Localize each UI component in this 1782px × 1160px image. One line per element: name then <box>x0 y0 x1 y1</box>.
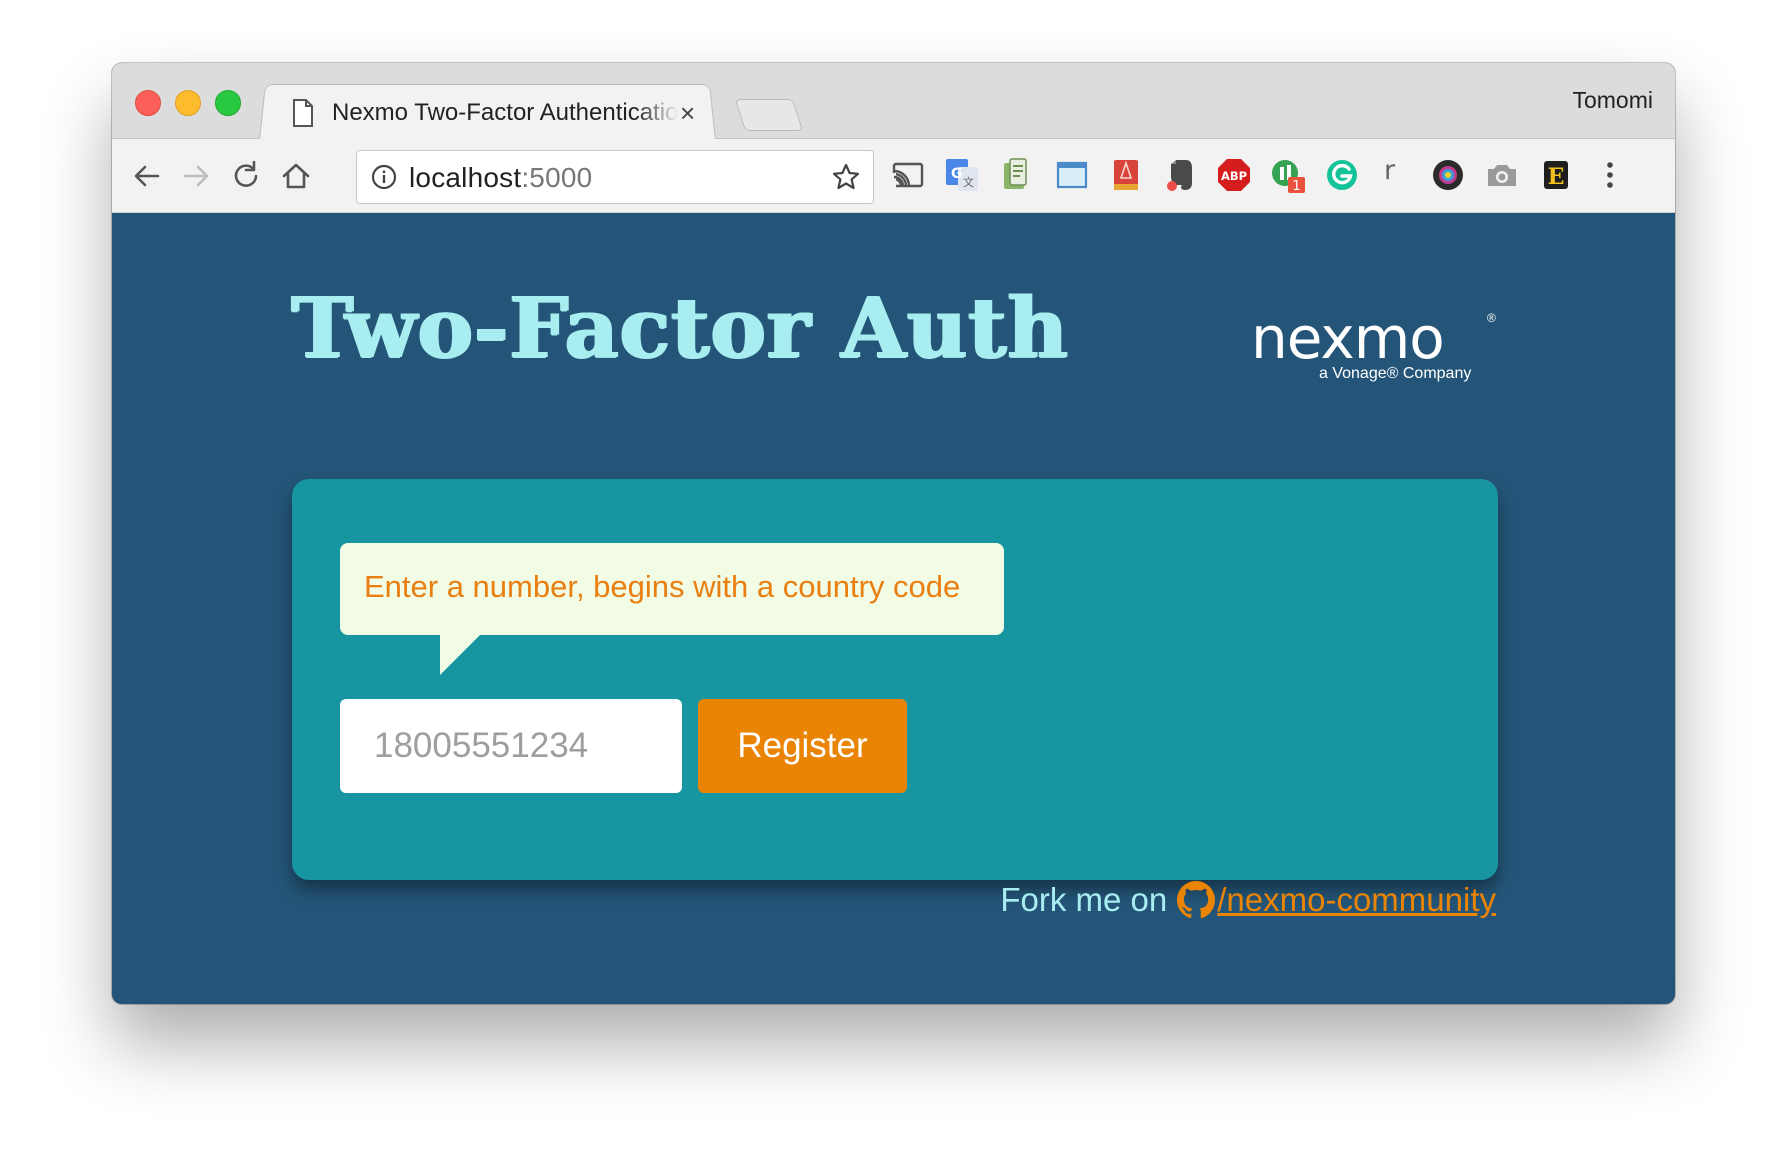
new-tab-button[interactable] <box>734 99 804 131</box>
maximize-window-button[interactable] <box>215 90 241 116</box>
svg-text:文: 文 <box>963 175 974 189</box>
tooltip-bubble: Enter a number, begins with a country co… <box>340 543 1004 675</box>
bookmark-star-icon[interactable] <box>831 162 861 192</box>
evernote-icon[interactable] <box>1162 157 1198 193</box>
nexmo-logo: nexmo ® a Vonage® Company <box>1251 304 1501 382</box>
browser-toolbar: localhost:5000 G 文 ABP 1 r E <box>112 139 1675 213</box>
github-link-text: /nexmo-community <box>1217 881 1496 918</box>
badge-extension-icon[interactable]: 1 <box>1270 157 1306 193</box>
browser-window: Nexmo Two-Factor Authentication × Tomomi <box>112 63 1675 1004</box>
logo-wordmark: nexmo <box>1251 304 1445 372</box>
browser-titlebar: Nexmo Two-Factor Authentication × Tomomi <box>112 63 1675 140</box>
info-icon[interactable] <box>371 164 397 190</box>
clipboard-icon[interactable] <box>998 157 1034 193</box>
registration-card: Enter a number, begins with a country co… <box>292 479 1498 880</box>
close-window-button[interactable] <box>135 90 161 116</box>
logo-registered-mark: ® <box>1487 311 1496 325</box>
register-button[interactable]: Register <box>698 699 907 793</box>
minimize-window-button[interactable] <box>175 90 201 116</box>
forward-arrow-icon[interactable] <box>179 159 213 193</box>
adblock-label: ABP <box>1221 169 1247 183</box>
phone-number-input[interactable] <box>340 699 682 793</box>
url-host: localhost <box>409 162 522 193</box>
home-icon[interactable] <box>279 159 313 193</box>
tooltip-text: Enter a number, begins with a country co… <box>364 569 961 604</box>
cast-icon[interactable] <box>890 157 926 193</box>
back-arrow-icon[interactable] <box>130 159 164 193</box>
google-translate-icon[interactable]: G 文 <box>944 157 980 193</box>
tab-title: Nexmo Two-Factor Authentication <box>332 99 678 126</box>
screenshot-frame-icon[interactable] <box>1054 157 1090 193</box>
e-extension-label: E <box>1548 164 1565 190</box>
fork-footer: Fork me on /nexmo-community <box>1000 881 1496 919</box>
r-extension-icon[interactable]: r <box>1384 155 1395 186</box>
url-port: :5000 <box>521 162 593 193</box>
fork-label: Fork me on <box>1000 881 1168 918</box>
color-picker-icon[interactable] <box>1430 157 1466 193</box>
badge-count: 1 <box>1292 179 1300 193</box>
tab-active[interactable]: Nexmo Two-Factor Authentication × <box>292 93 702 133</box>
camera-icon[interactable] <box>1484 157 1520 193</box>
github-icon <box>1177 881 1216 919</box>
url-text: localhost:5000 <box>409 162 592 194</box>
e-extension-icon[interactable]: E <box>1538 157 1574 193</box>
page-title: Two-Factor Auth <box>291 279 1069 377</box>
page-icon <box>293 99 313 127</box>
menu-icon[interactable] <box>1592 157 1628 193</box>
logo-tagline: a Vonage® Company <box>1319 365 1472 382</box>
tab-close-icon[interactable]: × <box>680 100 695 126</box>
github-link[interactable]: /nexmo-community <box>1177 881 1496 919</box>
profile-name[interactable]: Tomomi <box>1572 87 1653 114</box>
reload-icon[interactable] <box>229 159 263 193</box>
address-bar[interactable]: localhost:5000 <box>356 150 874 204</box>
svg-text:G: G <box>951 166 963 182</box>
page-content: Two-Factor Auth nexmo ® a Vonage® Compan… <box>112 213 1675 1004</box>
grammarly-icon[interactable] <box>1324 157 1360 193</box>
adblock-icon[interactable]: ABP <box>1216 157 1252 193</box>
bookmark-icon[interactable] <box>1108 157 1144 193</box>
